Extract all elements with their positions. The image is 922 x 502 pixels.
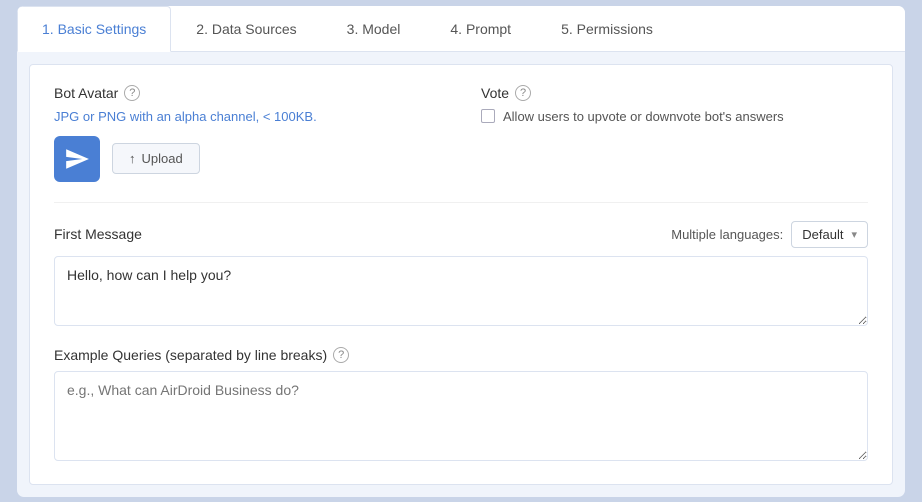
tab-basic-settings[interactable]: 1. Basic Settings <box>17 6 171 52</box>
paper-plane-icon <box>64 146 90 172</box>
example-queries-help-icon[interactable]: ? <box>333 347 349 363</box>
example-queries-label-row: Example Queries (separated by line break… <box>54 347 868 363</box>
top-section: Bot Avatar ? JPG or PNG with an alpha ch… <box>54 85 868 203</box>
bot-avatar-label: Bot Avatar <box>54 85 118 101</box>
tab-permissions[interactable]: 5. Permissions <box>536 6 678 52</box>
tab-model[interactable]: 3. Model <box>322 6 426 52</box>
avatar-row: ↑ Upload <box>54 136 441 182</box>
lang-row: Multiple languages: Default ▾ <box>671 221 868 248</box>
upload-arrow-icon: ↑ <box>129 151 136 166</box>
language-select[interactable]: Default ▾ <box>791 221 868 248</box>
content-area: Bot Avatar ? JPG or PNG with an alpha ch… <box>29 64 893 485</box>
vote-label-row: Vote ? <box>481 85 868 101</box>
example-queries-label: Example Queries (separated by line break… <box>54 347 327 363</box>
bot-avatar-help-icon[interactable]: ? <box>124 85 140 101</box>
lang-label: Multiple languages: <box>671 227 783 242</box>
first-message-textarea[interactable] <box>54 256 868 326</box>
chevron-down-icon: ▾ <box>851 228 857 241</box>
upload-label: Upload <box>142 151 183 166</box>
example-queries-textarea[interactable] <box>54 371 868 461</box>
avatar-hint: JPG or PNG with an alpha channel, < 100K… <box>54 109 441 124</box>
main-container: 1. Basic Settings 2. Data Sources 3. Mod… <box>16 5 906 498</box>
tab-data-sources[interactable]: 2. Data Sources <box>171 6 321 52</box>
upload-button[interactable]: ↑ Upload <box>112 143 200 174</box>
avatar-preview <box>54 136 100 182</box>
vote-section: Vote ? Allow users to upvote or downvote… <box>481 85 868 182</box>
vote-label: Vote <box>481 85 509 101</box>
vote-help-icon[interactable]: ? <box>515 85 531 101</box>
lang-value: Default <box>802 227 843 242</box>
vote-checkbox-label: Allow users to upvote or downvote bot's … <box>503 109 784 124</box>
first-message-row: First Message Multiple languages: Defaul… <box>54 221 868 248</box>
tab-bar: 1. Basic Settings 2. Data Sources 3. Mod… <box>17 6 905 52</box>
vote-checkbox[interactable] <box>481 109 495 123</box>
bot-avatar-label-row: Bot Avatar ? <box>54 85 441 101</box>
first-message-label: First Message <box>54 226 142 242</box>
bot-avatar-section: Bot Avatar ? JPG or PNG with an alpha ch… <box>54 85 441 182</box>
vote-checkbox-row: Allow users to upvote or downvote bot's … <box>481 109 868 124</box>
tab-prompt[interactable]: 4. Prompt <box>425 6 536 52</box>
